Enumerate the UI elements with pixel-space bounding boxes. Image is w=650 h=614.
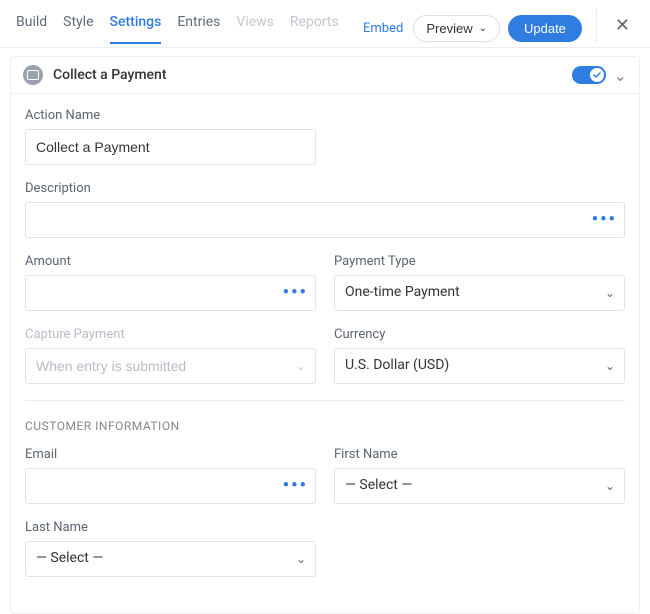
panel-title: Collect a Payment <box>53 67 572 83</box>
first-name-select[interactable]: — Select — <box>334 468 625 504</box>
payment-icon <box>23 65 43 85</box>
description-input[interactable] <box>25 202 625 238</box>
capture-payment-label: Capture Payment <box>25 327 316 342</box>
tab-reports[interactable]: Reports <box>290 14 339 44</box>
email-label: Email <box>25 447 316 462</box>
payment-type-select[interactable]: One-time Payment <box>334 275 625 311</box>
first-name-label: First Name <box>334 447 625 462</box>
action-name-input[interactable] <box>25 129 316 165</box>
collapse-chevron-icon[interactable]: ⌄ <box>614 66 627 85</box>
email-options-icon[interactable]: ••• <box>283 477 308 495</box>
amount-label: Amount <box>25 254 316 269</box>
tab-entries[interactable]: Entries <box>177 14 220 44</box>
capture-payment-select <box>25 348 316 384</box>
chevron-down-icon: ⌄ <box>479 23 487 34</box>
main-tabs: Build Style Settings Entries Views Repor… <box>16 14 339 44</box>
description-label: Description <box>25 181 625 196</box>
payment-type-label: Payment Type <box>334 254 625 269</box>
customer-section-header: CUSTOMER INFORMATION <box>25 419 625 433</box>
amount-options-icon[interactable]: ••• <box>283 284 308 302</box>
close-icon[interactable]: ✕ <box>609 13 636 38</box>
amount-input[interactable] <box>25 275 316 311</box>
description-options-icon[interactable]: ••• <box>592 211 617 229</box>
preview-button[interactable]: Preview ⌄ <box>413 15 500 42</box>
last-name-select[interactable]: — Select — <box>25 541 316 577</box>
check-icon <box>590 68 604 82</box>
enable-toggle[interactable] <box>572 66 606 84</box>
update-button[interactable]: Update <box>508 15 582 42</box>
email-input[interactable] <box>25 468 316 504</box>
embed-link[interactable]: Embed <box>363 21 403 36</box>
currency-select[interactable]: U.S. Dollar (USD) <box>334 348 625 384</box>
tab-views[interactable]: Views <box>236 14 274 44</box>
action-name-label: Action Name <box>25 108 316 123</box>
last-name-label: Last Name <box>25 520 316 535</box>
section-divider <box>25 400 625 401</box>
panel-body: Action Name Description ••• Amount ••• <box>11 94 639 613</box>
action-panel: Collect a Payment ⌄ Action Name Descript… <box>10 56 640 614</box>
tab-style[interactable]: Style <box>63 14 93 44</box>
vertical-divider <box>596 9 597 43</box>
currency-label: Currency <box>334 327 625 342</box>
panel-header: Collect a Payment ⌄ <box>11 57 639 94</box>
top-navigation: Build Style Settings Entries Views Repor… <box>0 0 650 48</box>
tab-build[interactable]: Build <box>16 14 47 44</box>
preview-label: Preview <box>426 21 472 36</box>
tab-settings[interactable]: Settings <box>110 14 162 44</box>
